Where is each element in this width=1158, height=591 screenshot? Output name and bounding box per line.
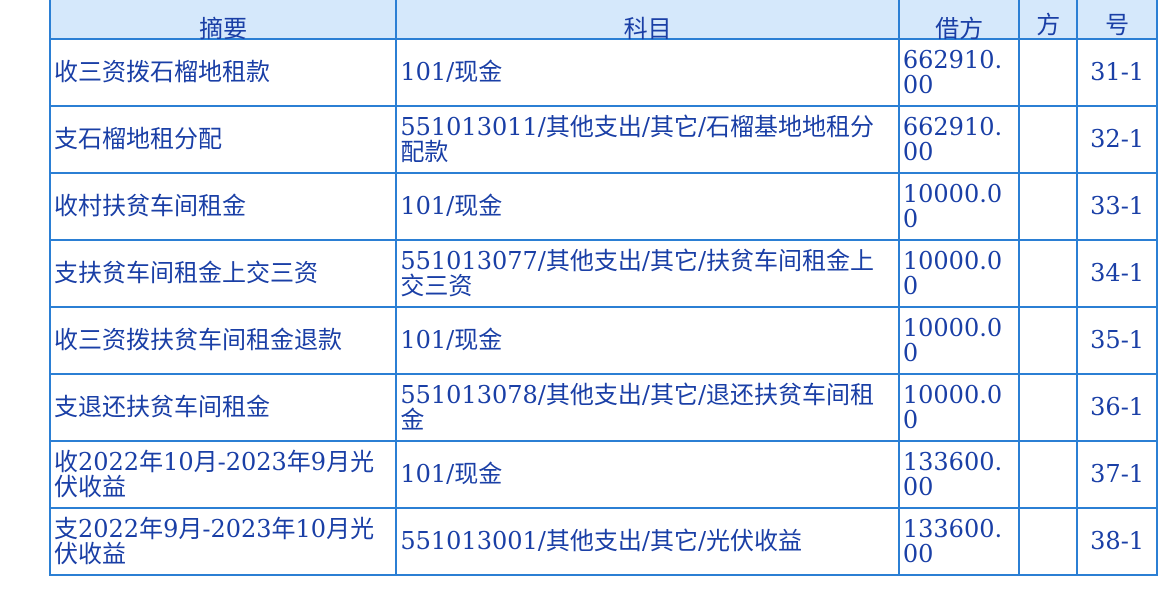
cell-summary: 收三资拨石榴地租款 [48,38,398,107]
header-summary: 摘要 [48,0,398,42]
cell-account: 551013077/其他支出/其它/扶贫车间租金上交三资 [395,239,900,308]
cell-voucher-number: 32-1 [1076,105,1158,174]
cell-account: 551013078/其他支出/其它/退还扶贫车间租金 [395,373,900,442]
cell-voucher-number: 38-1 [1076,507,1158,576]
cell-voucher-number: 37-1 [1076,440,1158,509]
table-row[interactable]: 收2022年10月-2023年9月光伏收益 101/现金 133600.00 37-1 [48,440,1158,509]
cell-amount: 662910.00 [897,105,1021,174]
table-row[interactable]: 支退还扶贫车间租金 551013078/其他支出/其它/退还扶贫车间租金 10000… [48,373,1158,442]
cell-direction [1018,306,1079,375]
header-direction: 方 [1018,0,1079,40]
header-account: 科目 [395,0,900,42]
cell-account: 101/现金 [395,440,900,509]
cell-summary: 收三资拨扶贫车间租金退款 [48,306,398,375]
cell-direction [1018,172,1079,241]
cell-amount: 10000.00 [897,373,1021,442]
cell-summary: 支石榴地租分配 [48,105,398,174]
cell-amount: 133600.00 [897,507,1021,576]
cell-summary: 支退还扶贫车间租金 [48,373,398,442]
cell-amount: 10000.00 [897,239,1021,308]
cell-voucher-number: 36-1 [1076,373,1158,442]
cell-voucher-number: 33-1 [1076,172,1158,241]
cell-account: 101/现金 [395,38,900,107]
header-amount: 借方 [897,0,1021,42]
cell-amount: 10000.00 [897,172,1021,241]
header-number: 号 [1076,0,1158,40]
cell-account: 101/现金 [395,172,900,241]
cell-voucher-number: 31-1 [1076,38,1158,107]
table-row[interactable]: 收三资拨石榴地租款 101/现金 662910.00 31-1 [48,38,1158,107]
cell-direction [1018,373,1079,442]
cell-amount: 133600.00 [897,440,1021,509]
table-row[interactable]: 支2022年9月-2023年10月光伏收益 551013001/其他支出/其它/光… [48,507,1158,576]
cell-direction [1018,38,1079,107]
cell-amount: 10000.00 [897,306,1021,375]
cell-account: 101/现金 [395,306,900,375]
table-row[interactable]: 支石榴地租分配 551013011/其他支出/其它/石榴基地地租分配款 662910… [48,105,1158,174]
cell-summary: 支扶贫车间租金上交三资 [48,239,398,308]
cell-voucher-number: 35-1 [1076,306,1158,375]
voucher-ledger-table: 摘要 科目 借方 方 号 收三资拨石榴地租款 101/现金 662910.00 31-… [48,0,1158,576]
cell-summary: 支2022年9月-2023年10月光伏收益 [48,507,398,576]
cell-account: 551013011/其他支出/其它/石榴基地地租分配款 [395,105,900,174]
cell-amount: 662910.00 [897,38,1021,107]
table-row[interactable]: 支扶贫车间租金上交三资 551013077/其他支出/其它/扶贫车间租金上交三资 1… [48,239,1158,308]
cell-account: 551013001/其他支出/其它/光伏收益 [395,507,900,576]
cell-direction [1018,440,1079,509]
table-header-row: 摘要 科目 借方 方 号 [48,0,1158,42]
table-row[interactable]: 收村扶贫车间租金 101/现金 10000.00 33-1 [48,172,1158,241]
cell-direction [1018,507,1079,576]
cell-summary: 收村扶贫车间租金 [48,172,398,241]
cell-direction [1018,239,1079,308]
cell-summary: 收2022年10月-2023年9月光伏收益 [48,440,398,509]
cell-voucher-number: 34-1 [1076,239,1158,308]
cell-direction [1018,105,1079,174]
table-row[interactable]: 收三资拨扶贫车间租金退款 101/现金 10000.00 35-1 [48,306,1158,375]
